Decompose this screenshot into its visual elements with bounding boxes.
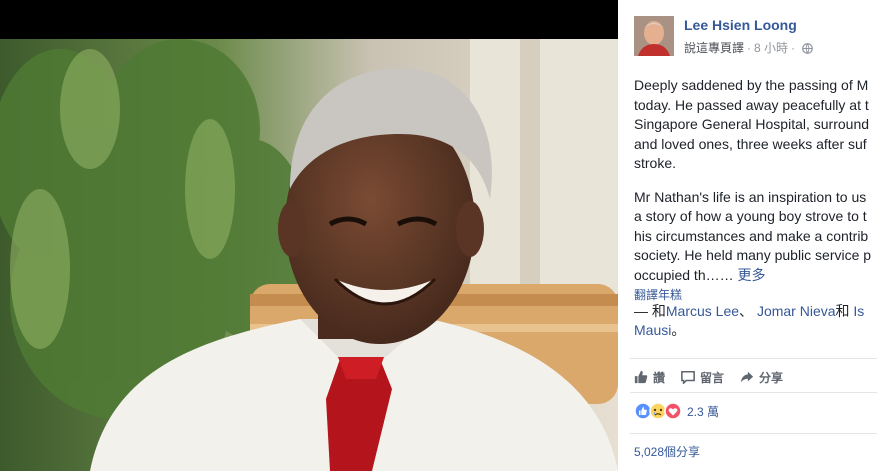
share-button[interactable]: 分享 — [740, 366, 783, 388]
tagged-person-link-3[interactable]: Is — [853, 303, 864, 319]
share-count-link[interactable]: 5,028個分享 — [634, 443, 700, 460]
comment-label: 留言 — [700, 370, 725, 385]
globe-icon[interactable] — [802, 43, 813, 54]
reaction-icons — [634, 402, 682, 420]
tagged-people: — 和Marcus Lee、 Jomar Nieva和 Is Mausi。 — [634, 302, 877, 340]
portrait-image — [0, 39, 618, 471]
post-paragraph-2: Mr Nathan's life is an inspiration to us… — [634, 188, 877, 286]
divider-3 — [630, 433, 877, 434]
see-more-link[interactable]: 更多 — [738, 267, 766, 283]
tagged-person-link-2[interactable]: Jomar Nieva — [757, 303, 836, 319]
author-name-link[interactable]: Lee Hsien Loong — [684, 17, 797, 33]
tagged-person-link[interactable]: Marcus Lee — [666, 303, 739, 319]
share-label: 分享 — [759, 370, 784, 385]
avatar-image — [634, 16, 674, 56]
post-meta: 說這專頁譯 · 8 小時 · — [684, 39, 813, 56]
like-button[interactable]: 讚 — [634, 366, 665, 388]
post-side-panel: Lee Hsien Loong 說這專頁譯 · 8 小時 · Deeply sadde… — [618, 0, 877, 471]
like-reaction-icon — [634, 402, 652, 420]
post-paragraph-1: Deeply saddened by the passing of M toda… — [634, 77, 870, 171]
comment-button[interactable]: 留言 — [681, 366, 724, 388]
tag-and: 和 — [835, 303, 854, 319]
post-photo[interactable] — [0, 39, 618, 471]
meta-separator-2: · — [791, 41, 796, 55]
tag-prefix: — 和 — [634, 303, 666, 319]
divider-2 — [630, 392, 877, 393]
post-timestamp[interactable]: 8 小時 — [754, 41, 788, 55]
post-actions: 讚 留言 分享 — [634, 366, 783, 388]
love-reaction-icon — [664, 402, 682, 420]
share-arrow-icon — [740, 371, 754, 383]
translate-page-link[interactable]: 說這專頁譯 — [684, 41, 744, 55]
avatar[interactable] — [634, 16, 674, 56]
sad-reaction-icon — [649, 402, 667, 420]
post-body: Deeply saddened by the passing of M toda… — [634, 76, 877, 299]
tag-end: 。 — [671, 322, 686, 338]
thumbs-up-icon — [634, 370, 648, 384]
tagged-person-link-4[interactable]: Mausi — [634, 322, 671, 338]
comment-icon — [681, 370, 695, 384]
tag-separator: 、 — [739, 303, 757, 319]
see-translation-link[interactable]: 翻譯年糕 — [634, 286, 682, 303]
divider — [630, 358, 877, 359]
like-label: 讚 — [653, 370, 666, 385]
reaction-count: 2.3 萬 — [687, 404, 720, 419]
reactions-summary[interactable]: 2.3 萬 — [634, 401, 719, 421]
meta-separator: · — [747, 41, 752, 55]
